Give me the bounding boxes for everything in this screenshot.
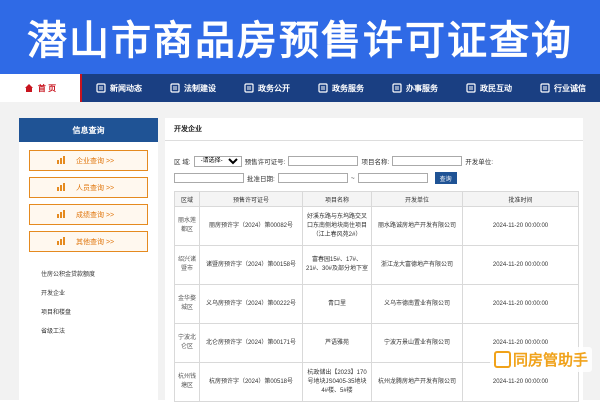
- people-icon: [392, 83, 402, 93]
- date-separator: ~: [350, 174, 355, 182]
- sidebar-links: 住房公积金贷款额度 开发企业 项目和楼盘 省级工法: [19, 266, 158, 342]
- cell-permit: 丽房预许字（2024）第00082号: [199, 206, 303, 246]
- cell-developer: 义乌市德南置业有限公司: [371, 284, 463, 324]
- table-header-row: 区域 预售许可证号 项目名称 开发单位 批准时间: [174, 191, 579, 207]
- cell-project: 富春园15#、17#、21#、30#及部分地下室: [302, 245, 372, 285]
- query-button[interactable]: 查询: [434, 172, 457, 184]
- sidebar-button-4[interactable]: 其他查询 >>: [29, 231, 148, 252]
- sidebar-link-1[interactable]: 住房公积金贷款额度: [41, 266, 158, 285]
- handshake-icon: [540, 83, 550, 93]
- watermark-text: 同房管助手: [512, 352, 588, 369]
- nav-item-6[interactable]: 政民互动: [461, 74, 517, 102]
- nav-items: 新闻动态 法制建设 政务公开 政务服务 办事服务 政民互动 行业诚信: [82, 74, 600, 102]
- cell-area: 金华婺城区: [174, 284, 200, 324]
- sidebar-link-3[interactable]: 项目和楼盘: [41, 304, 158, 323]
- table-row[interactable]: 绍兴诸暨市 诸暨房预许字（2024）第00158号 富春园15#、17#、21#、3…: [174, 245, 579, 285]
- sidebar-button-2[interactable]: 人员查询 >>: [29, 177, 148, 198]
- nav-item-label: 政务服务: [332, 83, 364, 93]
- col-area: 区域: [174, 191, 200, 207]
- bar-chart-icon: [56, 155, 66, 165]
- cell-area: 丽水莲都区: [174, 206, 200, 246]
- cell-area: 宁波北仑区: [174, 323, 200, 363]
- nav-item-label: 政民互动: [480, 83, 512, 93]
- project-label: 项目名称:: [361, 159, 390, 166]
- table-row[interactable]: 丽水莲都区 丽房预许字（2024）第00082号 好溪东路与东坞路交叉口东南侧地块商…: [174, 206, 579, 246]
- gear-icon: [318, 83, 328, 93]
- sidebar-button-label: 人员查询 >>: [76, 184, 115, 192]
- watermark: 同房管助手: [489, 347, 592, 372]
- table-row[interactable]: 金华婺城区 义乌房预许字（2024）第00222号 青口里 义乌市德南置业有限公司 20…: [174, 284, 579, 324]
- date-end-input[interactable]: [357, 173, 428, 183]
- permit-label: 预售许可证号:: [244, 159, 286, 166]
- cell-permit: 诸暨房预许字（2024）第00158号: [199, 245, 303, 285]
- sidebar: 信息查询 企业查询 >> 人员查询 >> 成绩查询 >> 其他查询 >> 住房公积金贷…: [19, 118, 158, 400]
- permit-input[interactable]: [288, 156, 359, 166]
- nav-home-label: 首 页: [37, 83, 57, 93]
- chat-icon: [466, 83, 476, 93]
- sidebar-link-4[interactable]: 省级工法: [41, 323, 158, 342]
- sidebar-title: 信息查询: [19, 118, 158, 142]
- col-permit: 预售许可证号: [199, 191, 303, 207]
- cell-project: 青口里: [302, 284, 372, 324]
- sidebar-button-label: 企业查询 >>: [76, 157, 115, 165]
- area-label: 区 域:: [174, 159, 191, 166]
- sidebar-buttons: 企业查询 >> 人员查询 >> 成绩查询 >> 其他查询 >>: [19, 150, 158, 252]
- bar-chart-icon: [56, 236, 66, 246]
- nav-item-5[interactable]: 办事服务: [387, 74, 443, 102]
- nav-item-label: 政务公开: [258, 83, 290, 93]
- main-heading: 开发企业: [165, 118, 583, 141]
- cell-area: 杭州钱塘区: [174, 362, 200, 402]
- developer-input[interactable]: [174, 173, 244, 183]
- document-icon: [56, 209, 66, 219]
- nav-item-label: 新闻动态: [110, 83, 142, 93]
- cell-developer: 杭州龙腾房地产开发有限公司: [371, 362, 463, 402]
- cell-date: 2024-11-20 00:00:00: [462, 284, 579, 324]
- watermark-logo-icon: [493, 351, 511, 368]
- nav-item-3[interactable]: 政务公开: [239, 74, 295, 102]
- person-icon: [56, 182, 66, 192]
- banner: 潜山市商品房预售许可证查询: [0, 0, 600, 74]
- cell-project: 杭政储出【2023】170号地块JS0405-35地块4#楼、5#楼: [302, 362, 372, 402]
- top-nav: 首 页 新闻动态 法制建设 政务公开 政务服务 办事服务 政民互动 行业诚信: [0, 74, 600, 102]
- col-project: 项目名称: [302, 191, 372, 207]
- sidebar-link-2[interactable]: 开发企业: [41, 285, 158, 304]
- cell-project: 芦语雅苑: [302, 323, 372, 363]
- cell-permit: 杭房预许字（2024）第00518号: [199, 362, 303, 402]
- col-date: 批准时间: [462, 191, 579, 207]
- nav-item-4[interactable]: 政务服务: [313, 74, 369, 102]
- nav-item-label: 办事服务: [406, 83, 438, 93]
- nav-home[interactable]: 首 页: [0, 74, 82, 102]
- cell-permit: 北仑房预许字（2024）第00171号: [199, 323, 303, 363]
- nav-item-2[interactable]: 法制建设: [165, 74, 221, 102]
- area-select[interactable]: -请选择-: [193, 155, 242, 167]
- cell-developer: 丽水路诚房地产开发有限公司: [371, 206, 463, 246]
- sidebar-button-1[interactable]: 企业查询 >>: [29, 150, 148, 171]
- date-label: 批准日期:: [247, 176, 275, 183]
- date-start-input[interactable]: [277, 173, 348, 183]
- sidebar-button-label: 成绩查询 >>: [76, 211, 115, 219]
- cell-project: 好溪东路与东坞路交叉口东南侧地块商住项目（江上春风苑2#）: [302, 206, 372, 246]
- cell-date: 2024-11-20 00:00:00: [462, 245, 579, 285]
- cell-developer: 浙江龙大富德地产有限公司: [371, 245, 463, 285]
- nav-item-label: 行业诚信: [554, 83, 586, 93]
- page-body: 信息查询 企业查询 >> 人员查询 >> 成绩查询 >> 其他查询 >> 住房公积金贷…: [0, 102, 600, 402]
- cell-permit: 义乌房预许字（2024）第00222号: [199, 284, 303, 324]
- cell-developer: 宁波万景山置业有限公司: [371, 323, 463, 363]
- col-developer: 开发单位: [371, 191, 463, 207]
- cell-area: 绍兴诸暨市: [174, 245, 200, 285]
- nav-item-label: 法制建设: [184, 83, 216, 93]
- banner-title: 潜山市商品房预售许可证查询: [27, 18, 573, 64]
- sidebar-button-3[interactable]: 成绩查询 >>: [29, 204, 148, 225]
- newspaper-icon: [96, 83, 106, 93]
- sidebar-button-label: 其他查询 >>: [76, 238, 115, 246]
- law-book-icon: [170, 83, 180, 93]
- nav-item-7[interactable]: 行业诚信: [535, 74, 591, 102]
- nav-item-1[interactable]: 新闻动态: [91, 74, 147, 102]
- developer-label: 开发单位:: [465, 159, 494, 166]
- megaphone-icon: [244, 83, 254, 93]
- cell-date: 2024-11-20 00:00:00: [462, 206, 579, 246]
- project-input[interactable]: [392, 156, 463, 166]
- filter-form: 区 域: -请选择- 预售许可证号: 项目名称: 开发单位: 批准日期: ~ 查…: [174, 154, 579, 188]
- home-icon: [24, 84, 33, 92]
